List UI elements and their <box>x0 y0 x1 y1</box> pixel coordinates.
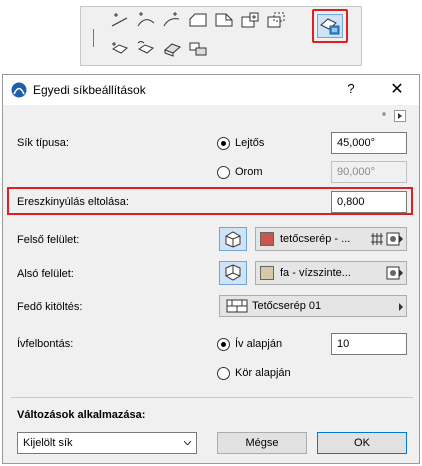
eave-offset-field[interactable]: 0,800 <box>331 191 407 213</box>
roof-arc-icon[interactable] <box>135 11 157 29</box>
slope-radio[interactable] <box>217 137 230 150</box>
cover-fill-arrow-icon <box>399 303 403 311</box>
cover-fill-selector[interactable]: Tetőcserép 01 <box>219 295 407 317</box>
top-surface-material[interactable]: tetőcserép - ... <box>255 227 407 251</box>
roof-curve-icon[interactable] <box>161 11 183 29</box>
archicad-logo-icon <box>11 82 27 98</box>
selected-tool-highlight <box>312 9 348 43</box>
bottom-surface-override-icon[interactable] <box>219 261 247 285</box>
texture-preview-icon <box>386 266 400 280</box>
bottom-material-swatch <box>260 266 274 280</box>
roof-rotate-icon[interactable] <box>135 39 157 57</box>
close-button[interactable]: ✕ <box>387 79 407 99</box>
roof-move-icon[interactable] <box>109 39 131 57</box>
arc-based-radio-label: Ív alapján <box>235 338 283 350</box>
cover-fill-label: Fedő kitöltés: <box>17 301 83 313</box>
roof-toolbar <box>80 6 362 66</box>
apply-changes-label: Változások alkalmazása: <box>17 409 146 421</box>
divider <box>11 397 413 398</box>
chevron-down-icon <box>184 441 191 445</box>
plane-type-label: Sík típusa: <box>17 137 69 149</box>
roof-shape-icon[interactable] <box>187 11 209 29</box>
plane-settings-icon[interactable] <box>317 14 343 38</box>
circle-based-radio[interactable] <box>217 367 230 380</box>
title-bar: Egyedi síkbeállítások ? ✕ <box>3 75 419 105</box>
cancel-button[interactable]: Mégse <box>217 432 307 454</box>
bottom-surface-label: Alsó felület: <box>17 268 74 280</box>
bottom-surface-material[interactable]: fa - vízszinte... <box>255 261 407 285</box>
ok-button[interactable]: OK <box>317 432 407 454</box>
top-surface-label: Felső felület: <box>17 234 80 246</box>
gable-radio[interactable] <box>217 166 230 179</box>
help-button[interactable]: ? <box>343 81 359 96</box>
circle-based-radio-label: Kör alapján <box>235 367 291 379</box>
dialog-title: Egyedi síkbeállítások <box>33 83 146 97</box>
slope-radio-label: Lejtős <box>235 137 265 149</box>
roof-dashed-icon[interactable] <box>265 11 287 29</box>
bottom-material-name: fa - vízszinte... <box>280 267 351 279</box>
apply-changes-value: Kijelölt sík <box>23 437 73 449</box>
texture-pattern-icon <box>370 232 384 246</box>
roof-plane-icon[interactable] <box>161 39 183 57</box>
bottom-material-arrow-icon <box>399 269 403 277</box>
arc-resolution-label: Ívfelbontás: <box>17 338 74 350</box>
texture-preview-icon <box>386 232 400 246</box>
unit-label: ° <box>382 112 386 123</box>
arc-based-radio[interactable] <box>217 338 230 351</box>
roof-stack-icon[interactable] <box>187 39 209 57</box>
plane-settings-dialog: Egyedi síkbeállítások ? ✕ ° Sík típusa: … <box>2 74 420 464</box>
top-material-arrow-icon <box>399 235 403 243</box>
gable-angle-field: 90,000° <box>331 161 407 183</box>
panel-expand-button[interactable] <box>394 110 406 122</box>
eave-offset-label: Ereszkinyúlás eltolása: <box>17 196 129 208</box>
top-material-swatch <box>260 232 274 246</box>
roof-polygon-icon[interactable] <box>213 11 235 29</box>
cover-fill-name: Tetőcserép 01 <box>252 300 322 312</box>
roof-add-icon[interactable] <box>239 11 261 29</box>
gable-radio-label: Orom <box>235 166 263 178</box>
fill-pattern-icon <box>226 299 248 313</box>
roof-segment-icon[interactable] <box>109 11 131 29</box>
toolbar-separator <box>93 29 94 47</box>
top-material-name: tetőcserép - ... <box>280 233 351 245</box>
apply-changes-dropdown[interactable]: Kijelölt sík <box>17 432 197 454</box>
top-surface-override-icon[interactable] <box>219 227 247 251</box>
arc-resolution-field[interactable]: 10 <box>331 333 407 355</box>
slope-angle-field[interactable]: 45,000° <box>331 132 407 154</box>
